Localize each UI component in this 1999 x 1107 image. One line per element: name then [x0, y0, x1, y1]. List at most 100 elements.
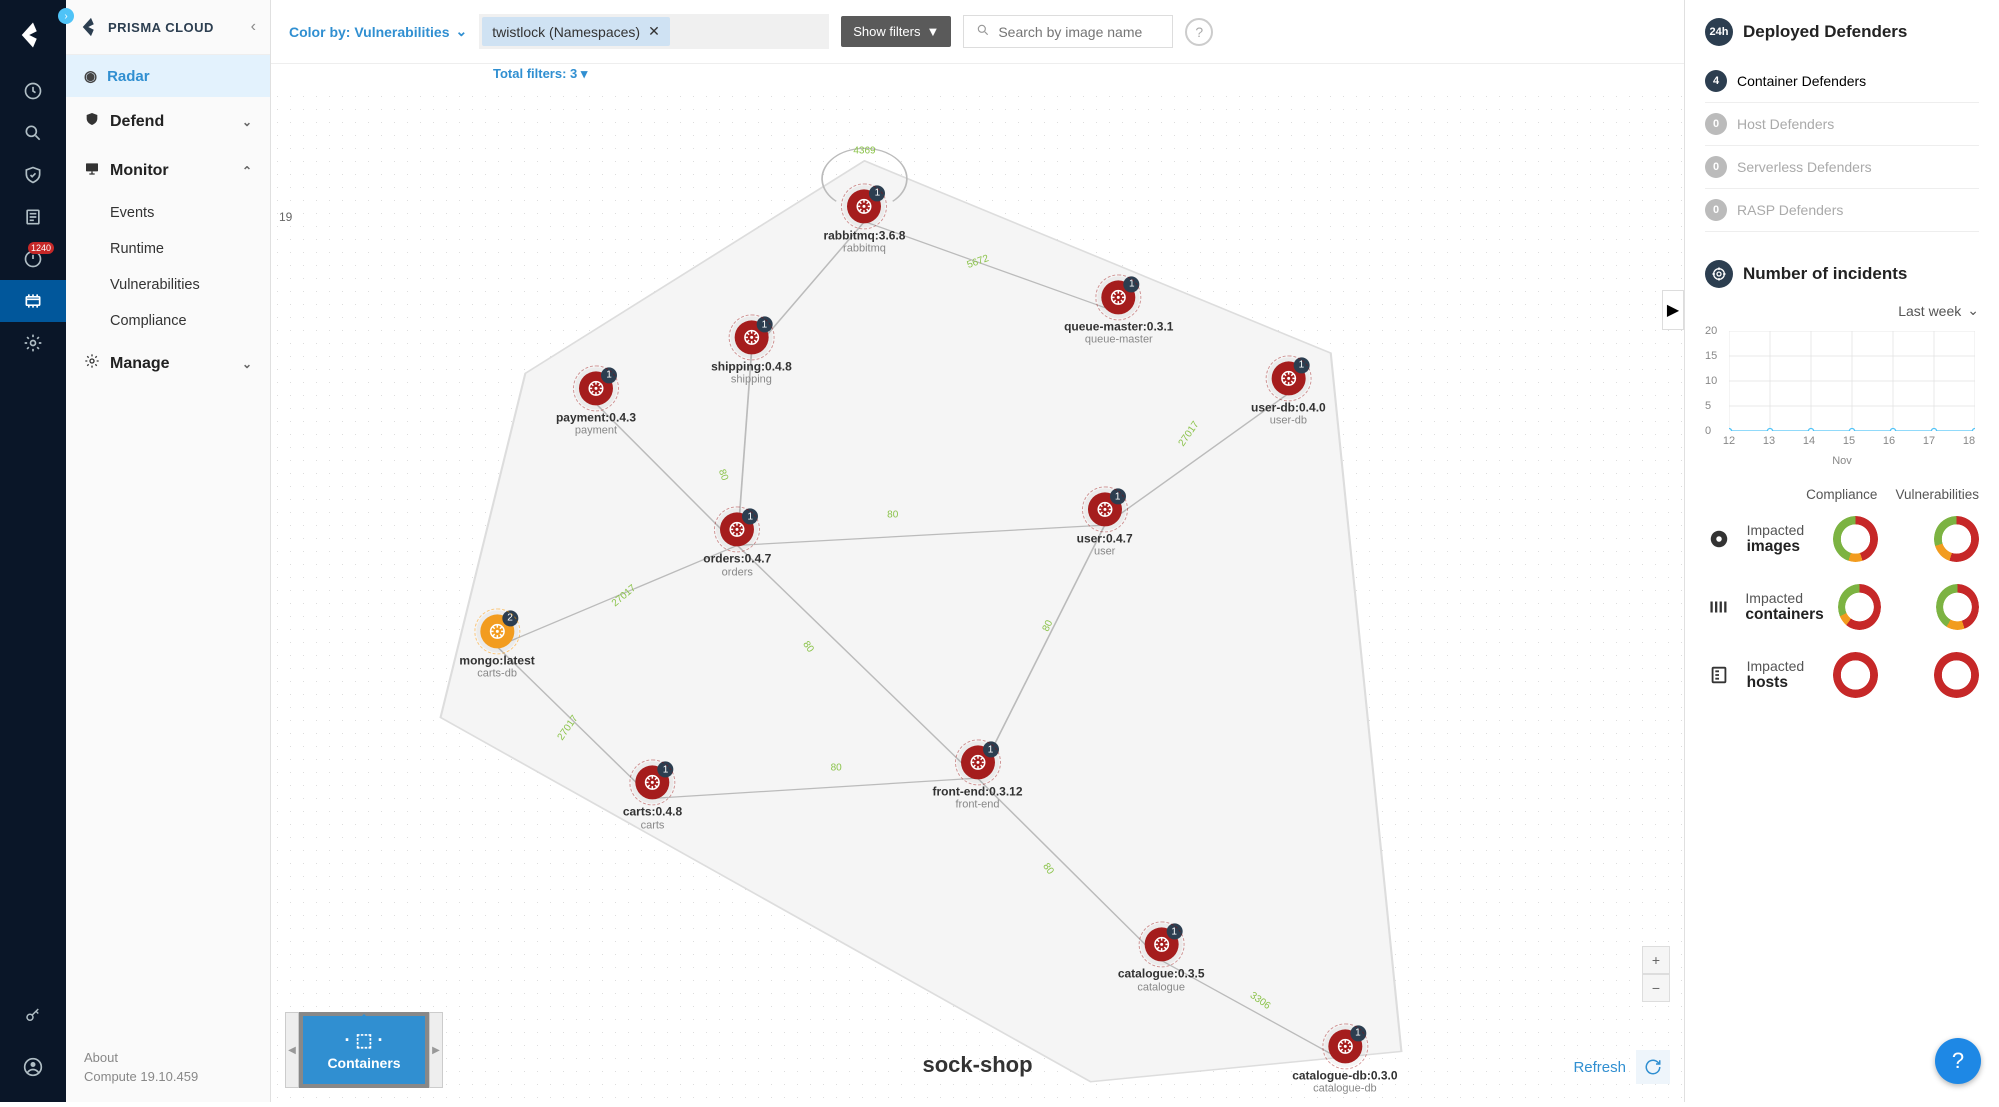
search-input-wrapper[interactable]: [963, 15, 1173, 48]
refresh-button[interactable]: Refresh: [1573, 1050, 1670, 1084]
help-icon[interactable]: ?: [1185, 18, 1213, 46]
nav-runtime[interactable]: Runtime: [66, 231, 270, 267]
close-icon[interactable]: ✕: [648, 23, 660, 40]
node-shipping[interactable]: 1shipping:0.4.8shipping: [711, 321, 792, 386]
node-sublabel: carts: [623, 819, 682, 831]
rail-key-icon[interactable]: [0, 994, 66, 1036]
containers-view-card[interactable]: · ⬚ · Containers: [299, 1012, 429, 1088]
app-logo-icon: [18, 20, 48, 50]
impact-label: Impactedhosts: [1747, 658, 1819, 692]
gear-icon: [84, 353, 100, 374]
impact-label: Impactedimages: [1747, 522, 1819, 556]
about-link[interactable]: About: [84, 1050, 252, 1065]
right-panel: 24h Deployed Defenders 4Container Defend…: [1684, 0, 1999, 1102]
nav-monitor[interactable]: Monitor ⌃: [66, 146, 270, 195]
node-label: payment:0.4.3: [556, 411, 636, 424]
node-sublabel: carts-db: [459, 667, 534, 679]
collapse-sidebar-icon[interactable]: ‹: [251, 18, 256, 36]
zoom-out-button[interactable]: −: [1642, 974, 1670, 1002]
view-prev-button[interactable]: ◀: [285, 1012, 299, 1088]
expand-rail-icon[interactable]: ›: [58, 8, 74, 24]
x-tick: 17: [1923, 435, 1935, 447]
nav-defend[interactable]: Defend ⌄: [66, 97, 270, 146]
refresh-label: Refresh: [1573, 1059, 1626, 1076]
impact-row-images[interactable]: Impactedimages: [1705, 516, 1979, 562]
impact-row-containers[interactable]: Impactedcontainers: [1705, 584, 1979, 630]
total-filters[interactable]: Total filters: 3 ▾: [271, 64, 1684, 90]
rail-dashboard-icon[interactable]: [0, 70, 66, 112]
rail-shield-icon[interactable]: [0, 154, 66, 196]
compliance-donut: [1838, 584, 1881, 630]
node-badge: 1: [1110, 489, 1126, 505]
node-orders[interactable]: 1orders:0.4.7orders: [703, 513, 771, 578]
view-next-button[interactable]: ▶: [429, 1012, 443, 1088]
node-catalogue[interactable]: 1catalogue:0.3.5catalogue: [1118, 928, 1205, 993]
nav-events[interactable]: Events: [66, 195, 270, 231]
compliance-col-header: Compliance: [1806, 487, 1877, 502]
period-dropdown[interactable]: Last week ⌄: [1705, 302, 1979, 319]
floating-help-button[interactable]: ?: [1935, 1038, 1981, 1084]
node-rabbitmq[interactable]: 1rabbitmq:3.6.8rabbitmq: [823, 189, 905, 254]
sidebar: PRISMA CLOUD ‹ ◉ Radar Defend ⌄ Monitor: [66, 0, 271, 1102]
node-sublabel: user-db: [1251, 414, 1326, 426]
compliance-donut: [1833, 652, 1878, 698]
node-sublabel: front-end: [932, 799, 1022, 811]
clock-badge-icon: 24h: [1705, 18, 1733, 46]
node-badge: 1: [1166, 924, 1182, 940]
node-payment[interactable]: 1payment:0.4.3payment: [556, 371, 636, 436]
defender-row[interactable]: 4Container Defenders: [1705, 60, 1979, 103]
node-catalogue-db[interactable]: 1catalogue-db:0.3.0catalogue-db: [1292, 1029, 1397, 1094]
node-label: orders:0.4.7: [703, 553, 771, 566]
brand-text: PRISMA CLOUD: [108, 20, 214, 35]
nav-monitor-label: Monitor: [110, 162, 169, 180]
topbar: Color by: Vulnerabilities ⌄ twistlock (N…: [271, 0, 1684, 64]
node-label: shipping:0.4.8: [711, 361, 792, 374]
rail-compute-icon[interactable]: [0, 280, 66, 322]
defender-row[interactable]: 0Host Defenders: [1705, 103, 1979, 146]
node-badge: 1: [869, 185, 885, 201]
containers-icon: · ⬚ ·: [345, 1030, 384, 1051]
nav-manage[interactable]: Manage ⌄: [66, 339, 270, 388]
node-user-db[interactable]: 1user-db:0.4.0user-db: [1251, 361, 1326, 426]
node-queue-master[interactable]: 1queue-master:0.3.1queue-master: [1064, 280, 1173, 345]
node-icon: 1: [1144, 928, 1178, 962]
rail-document-icon[interactable]: [0, 196, 66, 238]
defender-label: Serverless Defenders: [1737, 159, 1872, 175]
nav-radar[interactable]: ◉ Radar: [66, 55, 270, 97]
color-by-dropdown[interactable]: Color by: Vulnerabilities ⌄: [289, 23, 467, 40]
radar-canvas[interactable]: 19: [271, 90, 1684, 1102]
period-label: Last week: [1898, 303, 1961, 319]
defender-row[interactable]: 0RASP Defenders: [1705, 189, 1979, 232]
defender-row[interactable]: 0Serverless Defenders: [1705, 146, 1979, 189]
zoom-in-button[interactable]: +: [1642, 946, 1670, 974]
search-input[interactable]: [998, 24, 1160, 40]
edge-label: 80: [831, 763, 842, 774]
node-sublabel: user: [1077, 546, 1133, 558]
show-filters-button[interactable]: Show filters ▼: [841, 16, 951, 47]
rail-alert-icon[interactable]: 1240: [0, 238, 66, 280]
rail-search-icon[interactable]: [0, 112, 66, 154]
node-badge: 1: [756, 317, 772, 333]
nav-vulnerabilities[interactable]: Vulnerabilities: [66, 267, 270, 303]
node-label: carts:0.4.8: [623, 806, 682, 819]
nav-compliance[interactable]: Compliance: [66, 303, 270, 339]
filter-chip-namespace[interactable]: twistlock (Namespaces) ✕: [482, 17, 670, 46]
node-mongo[interactable]: 2mongo:latestcarts-db: [459, 614, 534, 679]
impact-icon: [1705, 661, 1733, 689]
filter-box[interactable]: twistlock (Namespaces) ✕: [479, 14, 829, 49]
play-panel-toggle[interactable]: ▶: [1662, 290, 1684, 330]
impact-row-hosts[interactable]: Impactedhosts: [1705, 652, 1979, 698]
show-filters-label: Show filters: [853, 24, 920, 39]
target-icon: [1705, 260, 1733, 288]
node-front-end[interactable]: 1front-end:0.3.12front-end: [932, 746, 1022, 811]
node-user[interactable]: 1user:0.4.7user: [1077, 493, 1133, 558]
nav-defend-label: Defend: [110, 113, 164, 131]
chevron-down-icon: ⌄: [242, 115, 252, 129]
rail-user-icon[interactable]: [0, 1046, 66, 1088]
node-carts[interactable]: 1carts:0.4.8carts: [623, 766, 682, 831]
node-sublabel: orders: [703, 566, 771, 578]
search-icon: [976, 23, 990, 40]
rail-settings-icon[interactable]: [0, 322, 66, 364]
cluster-polygon: [271, 90, 1684, 1102]
node-sublabel: catalogue-db: [1292, 1082, 1397, 1094]
